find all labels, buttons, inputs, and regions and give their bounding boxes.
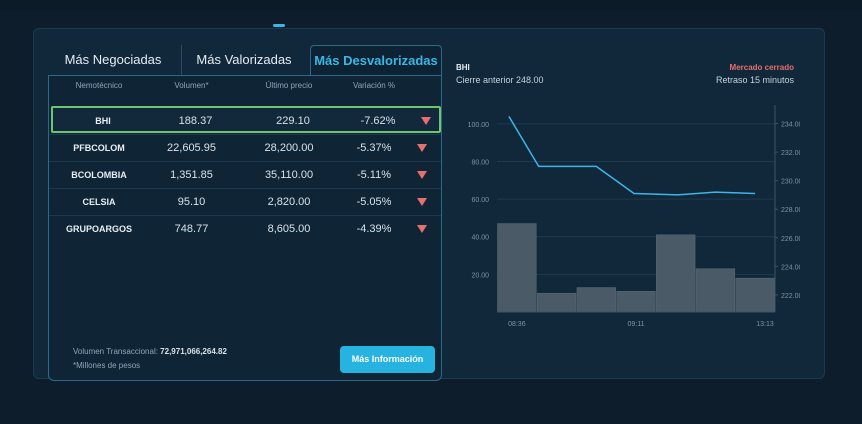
header-nemotecnico: Nemotécnico — [75, 81, 123, 90]
volume-tick-label: 80.00 — [471, 159, 489, 166]
chart-ticker: BHI — [456, 63, 470, 72]
volume-cell: 95.10 — [177, 196, 206, 208]
volume-tick-label: 100.00 — [468, 122, 490, 129]
price-tick-label: 228.00 — [781, 207, 800, 214]
change-cell: -5.05% — [356, 196, 392, 208]
table-row[interactable]: CELSIA 95.10 2,820.00 -5.05% — [49, 188, 441, 215]
tab-mas-negociadas[interactable]: Más Negociadas — [48, 45, 178, 75]
change-cell: -4.39% — [356, 223, 392, 235]
volume-bar — [695, 268, 736, 313]
footnote: *Millones de pesos — [73, 361, 141, 370]
time-tick-label: 13:13 — [756, 321, 774, 328]
price-volume-chart: 20.00 40.00 60.00 80.00 100.00 222.00 224.00 22… — [468, 105, 800, 328]
table-row[interactable]: PFBCOLOM 22,605.95 28,200.00 -5.37% — [49, 134, 441, 161]
change-cell: -7.62% — [360, 115, 396, 127]
ticker-cell: CELSIA — [82, 197, 116, 207]
tab-bar: Más Negociadas Más Valorizadas Más Desva… — [48, 45, 442, 75]
volume-cell: 1,351.85 — [170, 169, 213, 181]
tab-mas-valorizadas[interactable]: Más Valorizadas — [181, 45, 306, 75]
time-tick-label: 09:11 — [628, 321, 645, 328]
volume-bar — [616, 291, 656, 313]
table-row[interactable]: BCOLOMBIA 1,351.85 35,110.00 -5.11% — [49, 161, 441, 188]
volume-cell: 188.37 — [178, 115, 213, 127]
down-arrow-icon — [411, 135, 433, 162]
down-arrow-icon — [415, 108, 437, 135]
volume-cell: 748.77 — [174, 223, 209, 235]
transaction-volume-label: Volumen Transaccional: — [73, 347, 158, 356]
header-ultimo-precio: Último precio — [265, 81, 313, 90]
table-header: Nemotécnico Volumen* Último precio Varia… — [49, 81, 441, 101]
down-arrow-icon — [411, 162, 433, 189]
price-tick-label: 230.00 — [781, 179, 800, 186]
ticker-cell: BHI — [95, 116, 111, 126]
table-row[interactable]: GRUPOARGOS 748.77 8,605.00 -4.39% — [49, 215, 441, 242]
tab-mas-desvalorizadas[interactable]: Más Desvalorizadas — [310, 45, 442, 75]
price-cell: 28,200.00 — [264, 142, 314, 154]
volume-bar — [497, 223, 537, 313]
change-cell: -5.37% — [356, 142, 392, 154]
price-tick-label: 226.00 — [781, 236, 800, 243]
price-tick-label: 222.00 — [781, 293, 800, 300]
volume-tick-label: 60.00 — [471, 197, 489, 204]
price-line — [508, 116, 756, 196]
stocks-table: Nemotécnico Volumen* Último precio Varia… — [48, 75, 442, 381]
ticker-cell: BCOLOMBIA — [71, 170, 127, 180]
volume-cell: 22,605.95 — [167, 142, 216, 154]
price-tick-label: 234.00 — [781, 122, 800, 129]
price-tick-label: 232.00 — [781, 150, 800, 157]
ticker-cell: GRUPOARGOS — [65, 224, 132, 234]
volume-bar — [735, 277, 775, 313]
price-tick-label: 224.00 — [781, 264, 800, 271]
ticker-cell: PFBCOLOM — [73, 143, 125, 153]
market-status: Mercado cerrado — [729, 63, 794, 72]
volume-bar — [656, 234, 696, 313]
volume-tick-label: 20.00 — [471, 272, 489, 279]
volume-bar — [576, 287, 616, 313]
volume-tick-label: 40.00 — [471, 235, 489, 242]
volume-bar — [536, 292, 577, 313]
active-nav-indicator — [273, 24, 285, 27]
time-tick-label: 08:36 — [508, 321, 526, 328]
transaction-volume-value: 72,971,066,264.82 — [160, 347, 227, 356]
price-cell: 229.10 — [276, 115, 310, 127]
delay-notice: Retraso 15 minutos — [715, 75, 794, 85]
change-cell: -5.11% — [356, 169, 392, 181]
header-variacion: Variación % — [352, 81, 396, 90]
header-volumen: Volumen* — [174, 81, 209, 90]
transaction-volume: Volumen Transaccional: 72,971,066,264.82 — [73, 347, 227, 356]
price-cell: 35,110.00 — [264, 169, 314, 181]
more-info-button[interactable]: Más Información — [340, 346, 435, 373]
price-cell: 8,605.00 — [267, 223, 311, 235]
down-arrow-icon — [411, 216, 433, 243]
previous-close: Cierre anterior 248.00 — [456, 75, 544, 85]
price-cell: 2,820.00 — [267, 196, 311, 208]
table-row-selected[interactable]: BHI 188.37 229.10 -7.62% — [51, 106, 441, 133]
down-arrow-icon — [411, 189, 433, 216]
